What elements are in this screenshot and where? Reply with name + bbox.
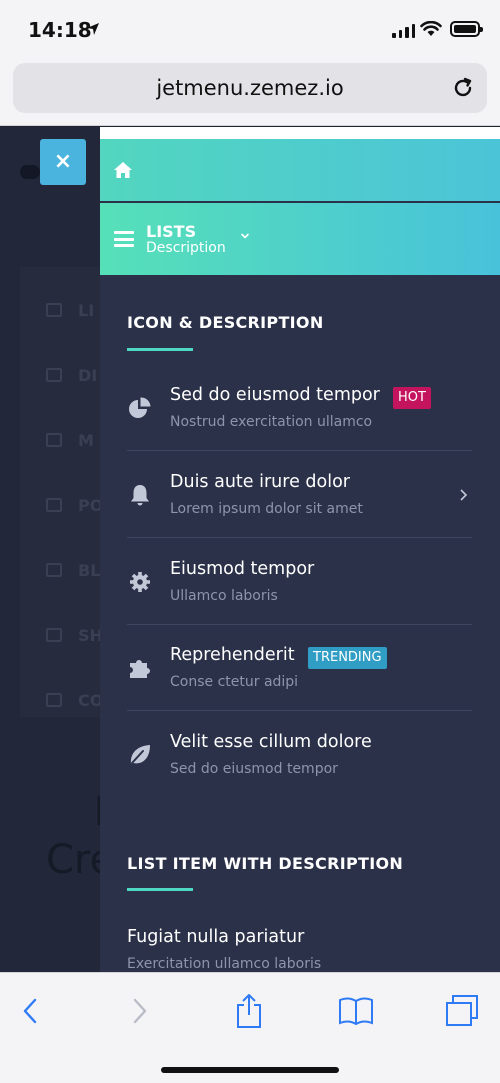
- hot-badge: HOT: [393, 387, 431, 409]
- list-item[interactable]: Eiusmod tempor Ullamco laboris: [127, 539, 472, 625]
- item-title: Sed do eiusmod tempor: [170, 385, 380, 405]
- item-subtitle: Conse ctetur adipi: [170, 674, 299, 690]
- back-button[interactable]: [10, 991, 50, 1031]
- plain-item-title[interactable]: Fugiat nulla pariatur: [127, 927, 304, 947]
- forward-button[interactable]: [120, 991, 160, 1031]
- menu-home-item[interactable]: [100, 139, 500, 201]
- home-indicator: [161, 1067, 339, 1073]
- close-icon: ×: [53, 149, 73, 174]
- hamburger-icon: [114, 231, 134, 247]
- list-item[interactable]: Duis aute irure dolor Lorem ipsum dolor …: [127, 452, 472, 538]
- tabs-button[interactable]: [442, 991, 482, 1031]
- bg-menu-row: LI: [46, 299, 100, 321]
- wifi-icon: [420, 21, 442, 36]
- lists-description: Description: [146, 239, 226, 256]
- list-item[interactable]: Sed do eiusmod tempor HOT Nostrud exerci…: [127, 365, 472, 451]
- browser-toolbar: [0, 972, 500, 1083]
- item-subtitle: Ullamco laboris: [170, 588, 278, 604]
- bg-menu-row: M: [46, 429, 100, 451]
- lists-label: LISTS: [146, 221, 197, 241]
- address-bar[interactable]: jetmenu.zemez.io: [13, 63, 487, 113]
- bg-menu-row: SH: [46, 624, 100, 646]
- plain-item-subtitle: Exercitation ullamco laboris: [127, 956, 322, 972]
- close-menu-button[interactable]: ×: [40, 139, 86, 185]
- section-title-icon-description: ICON & DESCRIPTION: [127, 313, 324, 332]
- section-underline: [127, 348, 193, 351]
- bg-heading-line2: Cre: [46, 837, 100, 883]
- gear-icon: [130, 572, 150, 592]
- bg-menu-row: PO: [46, 494, 100, 516]
- list-item[interactable]: Reprehenderit TRENDING Conse ctetur adip…: [127, 625, 472, 711]
- location-arrow-icon: [87, 23, 99, 35]
- logo-icon: [20, 165, 40, 179]
- item-title: Eiusmod tempor: [170, 559, 315, 579]
- chevron-left-icon: [23, 998, 37, 1024]
- share-button[interactable]: [229, 991, 269, 1031]
- item-subtitle: Lorem ipsum dolor sit amet: [170, 501, 363, 517]
- home-icon: [114, 162, 132, 178]
- cellular-signal-icon: [392, 22, 415, 38]
- bg-menu-row: BL: [46, 559, 100, 581]
- section-title-list-description: LIST ITEM WITH DESCRIPTION: [127, 854, 404, 873]
- battery-icon: [450, 21, 483, 37]
- leaf-icon: [130, 745, 150, 764]
- book-icon: [339, 997, 373, 1026]
- share-icon: [237, 994, 261, 1028]
- status-time: 14:18: [28, 18, 92, 42]
- browser-address-area: jetmenu.zemez.io: [0, 58, 500, 126]
- status-bar: 14:18: [0, 0, 500, 58]
- item-title: Velit esse cillum dolore: [170, 732, 372, 752]
- item-subtitle: Nostrud exercitation ullamco: [170, 414, 373, 430]
- item-subtitle: Sed do eiusmod tempor: [170, 761, 338, 777]
- chevron-right-icon: [133, 998, 147, 1024]
- reload-icon[interactable]: [451, 76, 475, 100]
- menu-lists-item[interactable]: LISTS Description: [100, 203, 500, 275]
- puzzle-icon: [130, 660, 150, 678]
- bg-menu-row: CO: [46, 689, 100, 711]
- bell-icon: [131, 485, 149, 506]
- item-title: Duis aute irure dolor: [170, 472, 350, 492]
- pie-chart-icon: [129, 397, 151, 418]
- section-underline: [127, 888, 193, 891]
- mobile-menu-panel: LISTS Description ICON & DESCRIPTION Sed…: [100, 127, 500, 972]
- bookmarks-button[interactable]: [336, 991, 376, 1031]
- url-text[interactable]: jetmenu.zemez.io: [13, 76, 487, 100]
- chevron-down-icon[interactable]: [240, 231, 250, 241]
- bg-menu-row: DI: [46, 364, 100, 386]
- list-item[interactable]: Velit esse cillum dolore Sed do eiusmod …: [127, 712, 472, 798]
- trending-badge: TRENDING: [308, 647, 387, 669]
- chevron-right-icon[interactable]: [458, 488, 468, 502]
- item-title: Reprehenderit: [170, 645, 295, 665]
- background-page: LI DI M PO BL SH CO I Cre: [0, 127, 100, 972]
- tabs-icon: [446, 995, 478, 1026]
- background-card: [20, 267, 100, 717]
